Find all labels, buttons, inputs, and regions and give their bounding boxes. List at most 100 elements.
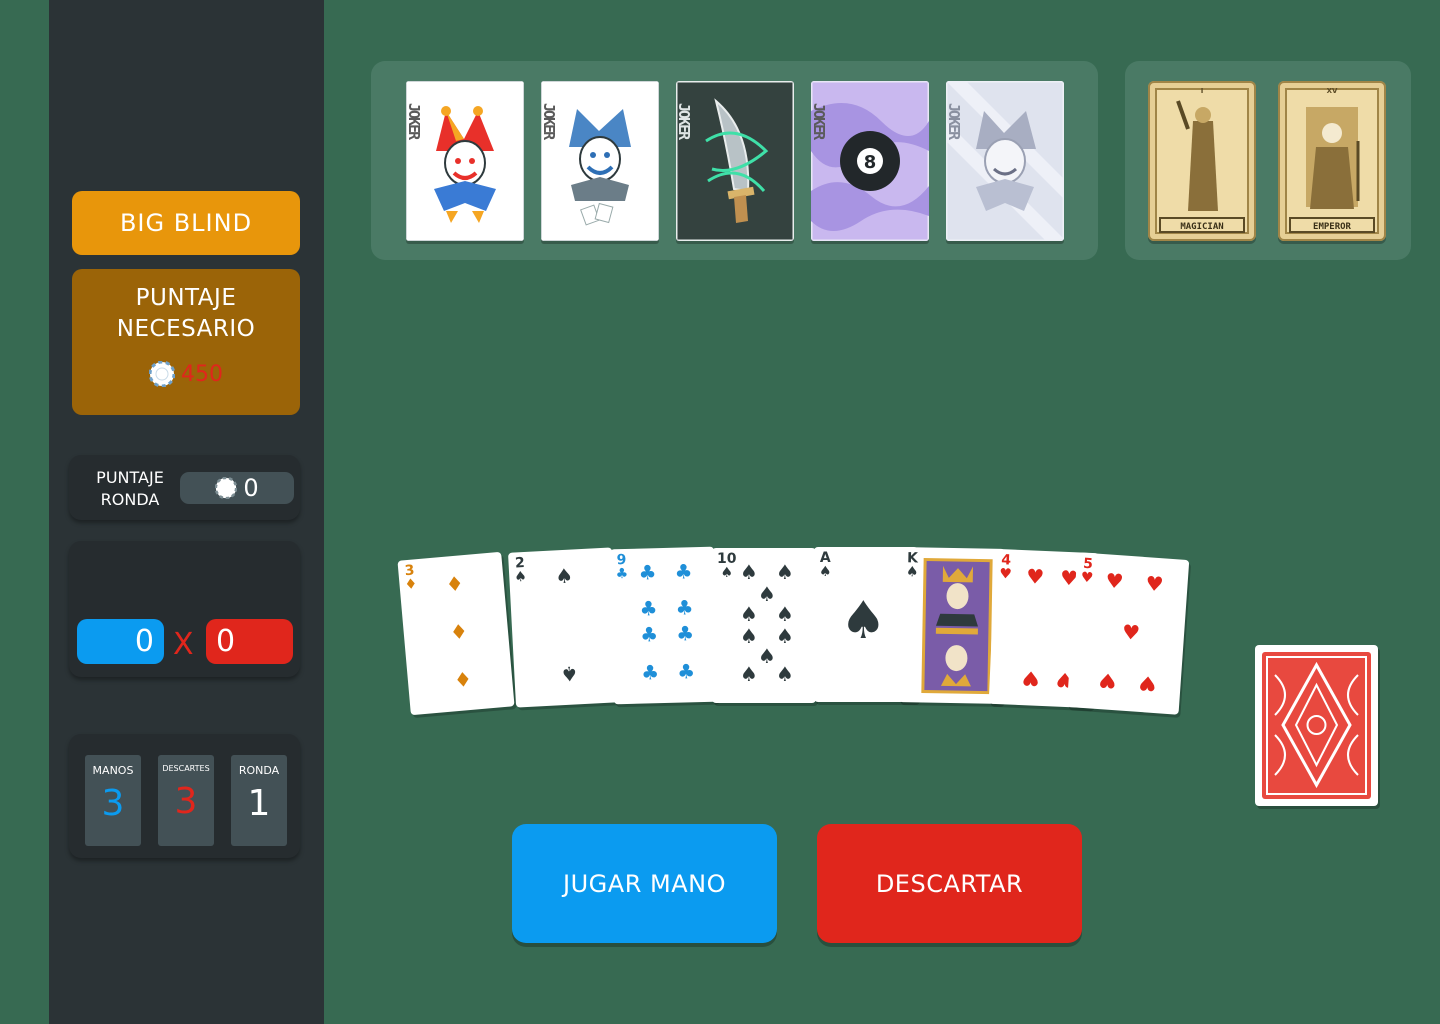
emperor-icon: XV EMPEROR xyxy=(1278,81,1386,241)
joker-card[interactable]: JOKER 8 xyxy=(811,81,929,241)
club-icon: ♣ xyxy=(675,621,695,646)
card-rank: A ♠ xyxy=(819,551,832,579)
consumables-area: I MAGICIAN XV EMPEROR xyxy=(1125,61,1411,260)
heart-icon: ♥ xyxy=(1025,564,1045,589)
jester-icon: JOKER xyxy=(406,81,524,241)
hands-stat: MANOS 3 xyxy=(85,755,141,846)
joker-label-top: JOKER xyxy=(406,103,423,141)
playing-card[interactable]: 3 ♦ ♦ ♦ ♦ xyxy=(397,551,515,716)
blind-title-label: BIG BLIND xyxy=(119,209,253,237)
dagger-icon: JOKER xyxy=(676,81,794,241)
card-suit: ♦ xyxy=(403,576,418,594)
score-required-value: 450 xyxy=(181,361,223,387)
tarot-name: EMPEROR xyxy=(1313,222,1352,232)
heart-icon: ♥ xyxy=(1144,571,1165,597)
card-suit: ♠ xyxy=(513,568,528,586)
score-required-label-2: NECESARIO xyxy=(116,316,256,342)
hands-label: MANOS xyxy=(92,764,134,777)
blind-title: BIG BLIND xyxy=(72,191,300,255)
round-score-label-1: PUNTAJE xyxy=(96,468,164,487)
diamond-icon: ♦ xyxy=(453,666,473,693)
heart-icon: ♥ xyxy=(1021,666,1041,691)
stats-panel: MANOS 3 DESCARTES 3 RONDA 1 xyxy=(69,734,300,858)
round-score-pill: 0 xyxy=(180,472,294,504)
chip-icon xyxy=(215,477,238,499)
card-suit: ♣ xyxy=(615,565,629,583)
joker-area: JOKER JOKER JOKER JOKER 8 JOKER xyxy=(371,61,1098,260)
round-label: RONDA xyxy=(238,764,280,777)
ghost-jester-icon: JOKER xyxy=(946,81,1064,241)
card-back-icon xyxy=(1262,652,1371,799)
card-suit: ♥ xyxy=(998,566,1013,583)
playing-card[interactable]: 9 ♣ ♣ ♣ ♣ ♣ ♣ ♣ ♣ ♣ xyxy=(609,546,719,705)
joker-card[interactable]: JOKER xyxy=(541,81,659,241)
chips-value: 0 xyxy=(77,619,164,664)
heart-icon: ♥ xyxy=(1104,568,1125,594)
club-icon: ♣ xyxy=(639,596,658,621)
playing-card[interactable]: 5 ♥ ♥ ♥ ♥ ♥ ♥ xyxy=(1066,552,1190,715)
play-hand-button[interactable]: JUGAR MANO xyxy=(512,824,777,943)
discards-label: DESCARTES xyxy=(162,764,210,773)
card-rank: K ♠ xyxy=(906,550,919,580)
tarot-card-emperor[interactable]: XV EMPEROR xyxy=(1278,81,1386,241)
king-portrait-icon xyxy=(921,557,993,695)
svg-text:8: 8 xyxy=(864,152,877,173)
tarot-numeral: I xyxy=(1201,87,1204,95)
discards-value: 3 xyxy=(174,781,198,822)
club-icon: ♣ xyxy=(639,622,659,647)
chip-icon xyxy=(149,361,175,387)
heart-icon: ♥ xyxy=(1121,619,1141,645)
club-icon: ♣ xyxy=(640,660,660,685)
playing-card[interactable]: 10 ♠ ♠ ♠ ♠ ♠ ♠ ♠ ♠ ♠ ♠ ♠ xyxy=(712,548,816,703)
card-rank: 10 ♠ xyxy=(717,552,736,580)
discards-stat: DESCARTES 3 xyxy=(158,755,214,846)
joker-label-top: JOKER xyxy=(811,103,828,141)
score-required-label-1: PUNTAJE xyxy=(135,285,237,311)
times-sign: X xyxy=(173,627,194,662)
spade-icon: ♠ xyxy=(776,624,794,648)
diamond-icon: ♦ xyxy=(448,619,469,645)
card-suit: ♠ xyxy=(720,565,734,581)
eight-ball-icon: JOKER 8 xyxy=(811,81,929,241)
spade-icon: ♠ xyxy=(740,602,758,626)
spade-icon: ♠ xyxy=(740,624,758,648)
hands-value: 3 xyxy=(101,783,125,824)
card-rank: 9 ♣ xyxy=(615,552,629,583)
spade-icon: ♠ xyxy=(776,602,794,626)
chips-value-text: 0 xyxy=(134,624,154,659)
spade-icon: ♠ xyxy=(840,591,887,651)
club-icon: ♣ xyxy=(638,560,657,585)
playing-card[interactable]: 2 ♠ ♠ ♠ xyxy=(508,547,620,708)
card-rank: 4 ♥ xyxy=(998,552,1013,583)
card-rank: 3 ♦ xyxy=(403,562,418,594)
tarot-card-magician[interactable]: I MAGICIAN xyxy=(1148,81,1256,241)
deck[interactable] xyxy=(1255,645,1378,806)
joker-card[interactable]: JOKER xyxy=(946,81,1064,241)
heart-icon: ♥ xyxy=(1137,670,1158,697)
joker-label-top: JOKER xyxy=(946,103,963,141)
card-rank: 5 ♥ xyxy=(1080,556,1094,587)
card-suit: ♠ xyxy=(819,564,832,580)
diamond-icon: ♦ xyxy=(444,571,465,597)
magician-icon: I MAGICIAN xyxy=(1148,81,1256,241)
round-score-panel: PUNTAJE RONDA 0 xyxy=(69,455,300,520)
spade-icon: ♠ xyxy=(740,560,758,584)
spade-icon: ♠ xyxy=(758,644,776,668)
play-hand-label: JUGAR MANO xyxy=(563,869,726,898)
spade-icon: ♠ xyxy=(758,582,776,606)
blue-jester-icon: JOKER xyxy=(541,81,659,241)
spade-icon: ♠ xyxy=(776,560,794,584)
discard-button[interactable]: DESCARTAR xyxy=(817,824,1082,943)
spade-icon: ♠ xyxy=(740,662,758,686)
chips-mult-panel: 0 X 0 xyxy=(69,541,300,677)
mult-value-text: 0 xyxy=(216,624,236,659)
mult-value: 0 xyxy=(206,619,293,664)
spade-icon: ♠ xyxy=(776,662,794,686)
score-required-panel: PUNTAJE NECESARIO 450 xyxy=(72,269,300,415)
spade-icon: ♠ xyxy=(554,563,574,589)
joker-card[interactable]: JOKER xyxy=(676,81,794,241)
round-score-label-2: RONDA xyxy=(100,490,160,509)
card-rank: 2 ♠ xyxy=(513,555,528,586)
joker-card[interactable]: JOKER xyxy=(406,81,524,241)
club-icon: ♣ xyxy=(675,595,694,620)
